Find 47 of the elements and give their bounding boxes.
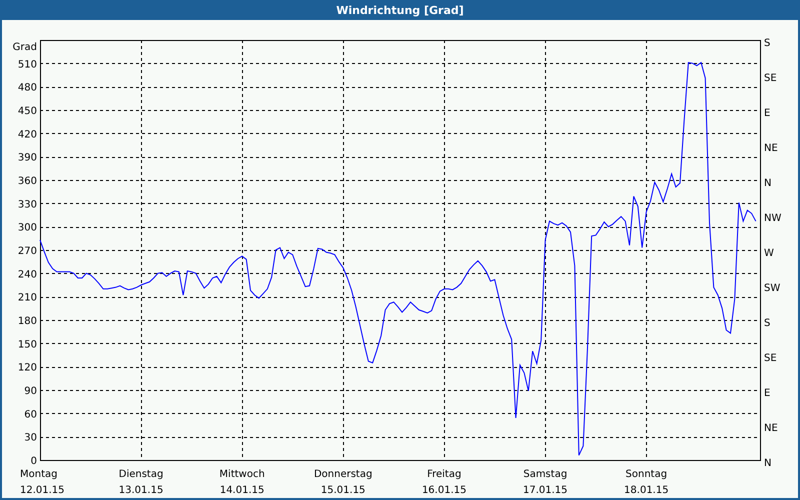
x-tick-label: Samstag: [523, 469, 568, 480]
date-label: 13.01.15: [118, 485, 164, 496]
x-tick-label: Dienstag: [118, 469, 164, 480]
y-tick-label: 240: [18, 269, 37, 280]
y-tick-label: 120: [18, 362, 37, 374]
compass-tick-label: NW: [764, 213, 782, 224]
y-tick-label: 210: [18, 292, 37, 304]
compass-tick-label: NE: [764, 423, 778, 434]
compass-tick-label: N: [764, 178, 772, 189]
compass-tick-label: SE: [764, 73, 777, 84]
y-tick-label: 480: [18, 82, 37, 94]
y-tick-label: 0: [30, 456, 37, 467]
y-tick-label: 330: [18, 199, 37, 210]
y-tick-label: 510: [18, 59, 37, 70]
compass-tick-label: W: [764, 248, 774, 259]
y-tick-label: 270: [18, 246, 37, 257]
y-tick-label: 450: [18, 106, 37, 117]
compass-tick-label: E: [764, 388, 770, 399]
date-label: 16.01.15: [422, 485, 466, 496]
y-tick-label: 30: [24, 432, 37, 444]
date-label: 18.01.15: [624, 485, 669, 496]
y-tick-label: 60: [24, 409, 37, 420]
compass-tick-label: S: [764, 318, 770, 329]
x-tick-label: Sonntag: [626, 469, 668, 480]
x-tick-label: Mittwoch: [219, 469, 265, 480]
x-tick-label: Freitag: [427, 469, 462, 480]
compass-tick-label: SW: [764, 283, 780, 294]
date-label: 14.01.15: [220, 485, 264, 496]
compass-tick-label: SE: [764, 353, 777, 364]
y-tick-label: 180: [18, 316, 37, 327]
y-tick-label: 150: [18, 339, 37, 350]
compass-tick-label: NE: [764, 143, 778, 154]
compass-tick-label: N: [764, 458, 772, 469]
compass-tick-label: E: [764, 108, 770, 119]
compass-tick-label: S: [764, 38, 770, 49]
date-label: 12.01.15: [20, 485, 65, 496]
y-tick-label: 420: [18, 129, 37, 140]
date-label: 17.01.15: [523, 485, 568, 496]
y-tick-label: 300: [18, 222, 37, 234]
y-tick-label: 90: [24, 386, 37, 397]
y-tick-label: 360: [18, 176, 37, 187]
x-tick-label: Montag: [20, 469, 58, 480]
date-label: 15.01.15: [320, 485, 366, 496]
y-axis-label: Grad: [12, 42, 37, 53]
y-tick-label: 390: [18, 152, 37, 164]
x-tick-label: Donnerstag: [314, 469, 372, 480]
window-title: Windrichtung [Grad]: [336, 4, 464, 16]
